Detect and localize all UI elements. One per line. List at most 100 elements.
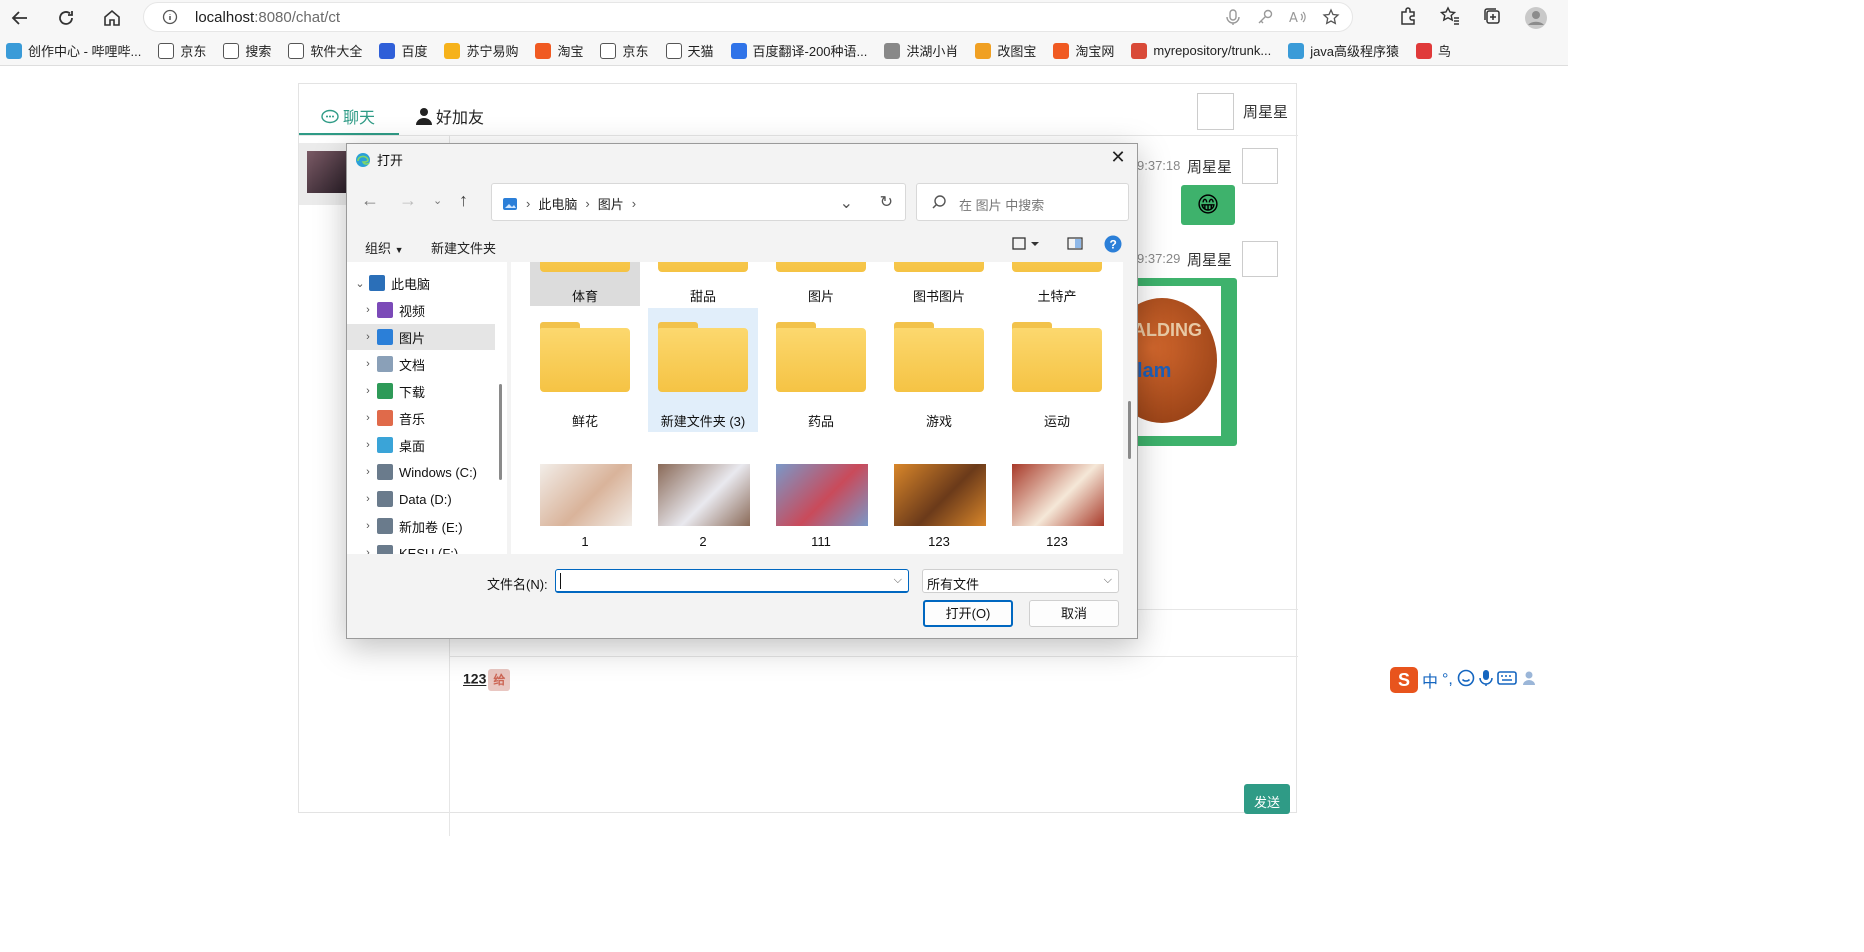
breadcrumb-item[interactable]: 此电脑 [538, 194, 577, 213]
image-file-item[interactable]: 123 [884, 458, 994, 554]
bookmark-item[interactable]: 搜索 [223, 41, 271, 60]
folder-item[interactable]: 图片 [766, 262, 876, 306]
address-bar[interactable]: localhost:8080/chat/ct A [143, 2, 1353, 32]
organize-menu[interactable]: 组织 ▼ [365, 238, 404, 257]
microphone-icon[interactable] [1224, 8, 1242, 31]
favorites-icon[interactable] [1439, 6, 1460, 35]
folder-item[interactable]: 土特产 [1002, 262, 1112, 306]
collections-icon[interactable] [1482, 6, 1502, 35]
nav-scrollbar[interactable] [499, 384, 502, 480]
ime-mode[interactable]: 中 [1422, 668, 1438, 692]
extensions-icon[interactable] [1398, 6, 1418, 35]
bookmark-item[interactable]: 淘宝 [535, 41, 583, 60]
image-message-bubble[interactable]: ALDING lam [1133, 278, 1237, 446]
folder-item[interactable]: 新建文件夹 (3) [648, 308, 758, 432]
folder-item[interactable]: 体育 [530, 262, 640, 306]
chevron-right-icon[interactable]: › [359, 493, 377, 505]
chevron-right-icon[interactable]: › [359, 520, 377, 532]
send-button[interactable]: 发送 [1244, 784, 1290, 814]
current-user-avatar[interactable] [1197, 93, 1234, 130]
chevron-right-icon[interactable]: › [359, 547, 377, 554]
help-icon[interactable]: ? [1104, 235, 1122, 256]
folder-item[interactable]: 甜品 [648, 262, 758, 306]
bookmark-item[interactable]: java高级程序猿 [1288, 41, 1399, 60]
forward-arrow-icon[interactable]: → [399, 190, 417, 211]
image-file-item[interactable]: 111 [766, 458, 876, 554]
file-list-scrollbar[interactable] [1128, 401, 1131, 459]
tab-add-friend[interactable]: 好加友 [415, 104, 484, 128]
chevron-down-icon[interactable]: ⌄ [351, 277, 369, 290]
folder-item[interactable]: 运动 [1002, 308, 1112, 432]
bookmark-item[interactable]: 京东 [600, 41, 649, 60]
filename-input[interactable]: ⌵ [555, 569, 909, 593]
view-icon[interactable] [1011, 236, 1041, 255]
chevron-right-icon[interactable]: › [359, 358, 377, 370]
nav-tree-item[interactable]: › 音乐 [347, 405, 495, 431]
search-input[interactable]: 在 图片 中搜索 [916, 183, 1129, 221]
add-favorite-icon[interactable] [1322, 8, 1340, 31]
bookmark-item[interactable]: 洪湖小肖 [884, 41, 958, 60]
home-icon[interactable] [98, 5, 126, 31]
image-file-item[interactable]: 123 [1002, 458, 1112, 554]
sogou-logo[interactable]: S [1390, 667, 1418, 693]
folder-item[interactable]: 游戏 [884, 308, 994, 432]
read-aloud-icon[interactable]: A [1288, 8, 1308, 31]
preview-pane-icon[interactable] [1067, 236, 1083, 255]
filetype-select[interactable]: 所有文件 ⌵ [922, 569, 1119, 593]
nav-tree-item[interactable]: › 视频 [347, 297, 495, 323]
nav-tree-item[interactable]: › KESU (F:) [347, 540, 495, 554]
image-file-item[interactable]: 2 [648, 458, 758, 554]
chevron-down-icon[interactable]: ⌵ [894, 574, 902, 587]
ime-punctuation[interactable]: °, [1442, 671, 1453, 689]
refresh-icon[interactable]: ↻ [880, 192, 893, 212]
smiley-icon[interactable] [1457, 669, 1475, 692]
chevron-right-icon[interactable]: › [359, 439, 377, 451]
chevron-right-icon[interactable]: › [359, 466, 377, 478]
back-arrow-icon[interactable]: ← [361, 190, 379, 211]
bookmark-item[interactable]: 百度翻译-200种语... [730, 41, 867, 60]
breadcrumb-item[interactable]: 图片 [598, 194, 624, 213]
bookmark-item[interactable]: 鸟 [1416, 41, 1451, 60]
new-folder-button[interactable]: 新建文件夹 [431, 238, 496, 257]
bookmark-item[interactable]: 软件大全 [288, 41, 362, 60]
message-editor[interactable]: 123 给 [463, 669, 511, 691]
bookmark-item[interactable]: 苏宁易购 [444, 41, 518, 60]
bookmark-item[interactable]: 改图宝 [975, 41, 1036, 60]
bookmark-item[interactable]: 淘宝网 [1053, 41, 1114, 60]
chevron-down-icon[interactable]: ⌄ [840, 193, 853, 213]
up-arrow-icon[interactable]: ↑ [459, 190, 468, 211]
nav-tree-item[interactable]: › 桌面 [347, 432, 495, 458]
bookmark-item[interactable]: 百度 [379, 41, 427, 60]
nav-tree-item[interactable]: › 图片 [347, 324, 495, 350]
chevron-right-icon[interactable]: › [359, 412, 377, 424]
key-icon[interactable] [1256, 8, 1274, 31]
recent-locations-chevron-icon[interactable]: ⌄ [433, 194, 442, 207]
cancel-button[interactable]: 取消 [1029, 600, 1119, 627]
microphone-icon[interactable] [1479, 669, 1493, 692]
bookmark-item[interactable]: 创作中心 - 哔哩哔... [6, 41, 141, 60]
nav-tree-item[interactable]: › Windows (C:) [347, 459, 495, 485]
chevron-right-icon[interactable]: › [359, 331, 377, 343]
profile-avatar-icon[interactable] [1524, 6, 1548, 35]
refresh-icon[interactable] [52, 5, 80, 31]
open-button[interactable]: 打开(O) [923, 600, 1013, 627]
user-settings-icon[interactable] [1521, 669, 1539, 692]
nav-tree-item[interactable]: › 下载 [347, 378, 495, 404]
nav-tree-item[interactable]: › 文档 [347, 351, 495, 377]
folder-item[interactable]: 图书图片 [884, 262, 994, 306]
back-icon[interactable] [6, 5, 34, 31]
bookmark-item[interactable]: 天猫 [665, 41, 714, 60]
nav-tree-item[interactable]: › 新加卷 (E:) [347, 513, 495, 539]
info-icon[interactable] [162, 9, 178, 30]
folder-item[interactable]: 药品 [766, 308, 876, 432]
breadcrumb[interactable]: › 此电脑 › 图片 › ⌄ ↻ [491, 183, 906, 221]
bookmark-item[interactable]: 京东 [158, 41, 206, 60]
close-icon[interactable]: ✕ [1105, 147, 1131, 171]
folder-item[interactable]: 鲜花 [530, 308, 640, 432]
tab-chat[interactable]: 聊天 [321, 104, 375, 128]
chevron-right-icon[interactable]: › [359, 304, 377, 316]
nav-tree-item[interactable]: ⌄ 此电脑 [347, 270, 495, 296]
image-file-item[interactable]: 1 [530, 458, 640, 554]
keyboard-icon[interactable] [1497, 670, 1517, 691]
bookmark-item[interactable]: myrepository/trunk... [1131, 42, 1271, 59]
